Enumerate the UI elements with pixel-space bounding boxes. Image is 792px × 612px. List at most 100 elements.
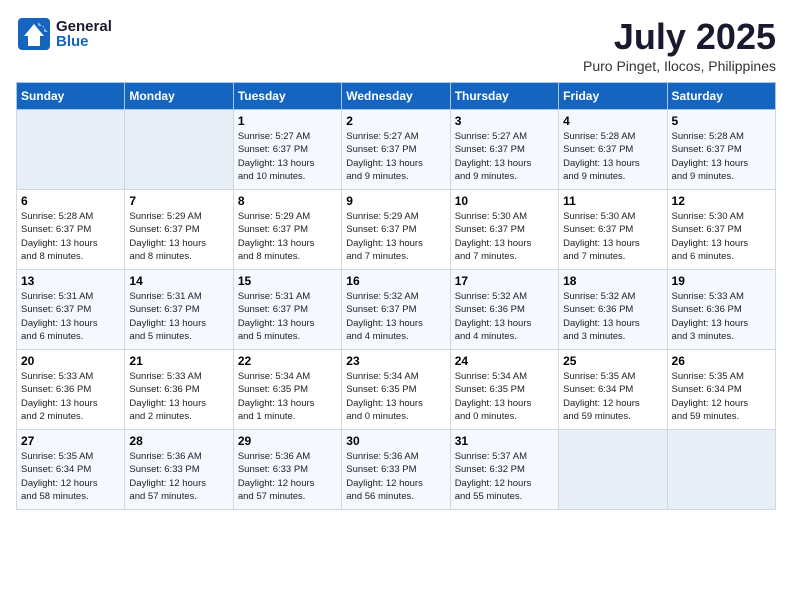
day-number: 29: [238, 434, 337, 448]
day-info: Sunrise: 5:36 AM Sunset: 6:33 PM Dayligh…: [238, 450, 337, 503]
month-title: July 2025: [583, 16, 776, 58]
day-info: Sunrise: 5:36 AM Sunset: 6:33 PM Dayligh…: [346, 450, 445, 503]
header-cell-wednesday: Wednesday: [342, 83, 450, 110]
day-info: Sunrise: 5:28 AM Sunset: 6:37 PM Dayligh…: [563, 130, 662, 183]
day-info: Sunrise: 5:35 AM Sunset: 6:34 PM Dayligh…: [563, 370, 662, 423]
day-number: 19: [672, 274, 771, 288]
day-info: Sunrise: 5:34 AM Sunset: 6:35 PM Dayligh…: [455, 370, 554, 423]
day-info: Sunrise: 5:29 AM Sunset: 6:37 PM Dayligh…: [129, 210, 228, 263]
calendar-cell: 31 Sunrise: 5:37 AM Sunset: 6:32 PM Dayli…: [450, 430, 558, 510]
day-number: 10: [455, 194, 554, 208]
day-number: 13: [21, 274, 120, 288]
day-info: Sunrise: 5:27 AM Sunset: 6:37 PM Dayligh…: [455, 130, 554, 183]
calendar-cell: 30 Sunrise: 5:36 AM Sunset: 6:33 PM Dayli…: [342, 430, 450, 510]
logo-blue: Blue: [56, 33, 112, 50]
logo: General Blue: [16, 16, 112, 52]
day-number: 3: [455, 114, 554, 128]
day-info: Sunrise: 5:37 AM Sunset: 6:32 PM Dayligh…: [455, 450, 554, 503]
day-number: 20: [21, 354, 120, 368]
calendar-cell: 13Sunrise: 5:31 AM Sunset: 6:37 PM Dayli…: [17, 270, 125, 350]
header-row: SundayMondayTuesdayWednesdayThursdayFrid…: [17, 83, 776, 110]
calendar-cell: 6 Sunrise: 5:28 AM Sunset: 6:37 PM Daylig…: [17, 190, 125, 270]
day-number: 2: [346, 114, 445, 128]
day-info: Sunrise: 5:33 AM Sunset: 6:36 PM Dayligh…: [21, 370, 120, 423]
title-area: July 2025 Puro Pinget, Ilocos, Philippin…: [583, 16, 776, 74]
day-number: 8: [238, 194, 337, 208]
calendar-cell: 3 Sunrise: 5:27 AM Sunset: 6:37 PM Daylig…: [450, 110, 558, 190]
calendar-cell: 21Sunrise: 5:33 AM Sunset: 6:36 PM Dayli…: [125, 350, 233, 430]
calendar-cell: 12 Sunrise: 5:30 AM Sunset: 6:37 PM Dayli…: [667, 190, 775, 270]
logo-text: General Blue: [56, 18, 112, 50]
calendar-cell: 28 Sunrise: 5:36 AM Sunset: 6:33 PM Dayli…: [125, 430, 233, 510]
day-number: 30: [346, 434, 445, 448]
calendar-cell: 5 Sunrise: 5:28 AM Sunset: 6:37 PM Daylig…: [667, 110, 775, 190]
day-number: 1: [238, 114, 337, 128]
calendar-cell: 25 Sunrise: 5:35 AM Sunset: 6:34 PM Dayli…: [559, 350, 667, 430]
day-number: 4: [563, 114, 662, 128]
calendar-cell: 7 Sunrise: 5:29 AM Sunset: 6:37 PM Daylig…: [125, 190, 233, 270]
header-cell-thursday: Thursday: [450, 83, 558, 110]
calendar-week-3: 13 Sunrise: 5:31 AM Sunset: 6:37 PM Dayli…: [17, 270, 776, 350]
calendar-cell: 27 Sunrise: 5:35 AM Sunset: 6:34 PM Dayli…: [17, 430, 125, 510]
day-number: 27: [21, 434, 120, 448]
calendar-cell: 23Sunrise: 5:34 AM Sunset: 6:35 PM Dayli…: [342, 350, 450, 430]
calendar-cell: 24Sunrise: 5:34 AM Sunset: 6:35 PM Dayli…: [450, 350, 558, 430]
calendar-cell: [17, 110, 125, 190]
calendar-week-4: 20 Sunrise: 5:33 AM Sunset: 6:36 PM Dayli…: [17, 350, 776, 430]
day-info: Sunrise: 5:33 AM Sunset: 6:36 PM Dayligh…: [672, 290, 771, 343]
calendar-week-1: 1 Sunrise: 5:27 AM Sunset: 6:37 PM Daylig…: [17, 110, 776, 190]
day-number: 21: [129, 354, 228, 368]
calendar-cell: 10 Sunrise: 5:30 AM Sunset: 6:37 PM Dayli…: [450, 190, 558, 270]
day-info: Sunrise: 5:34 AM Sunset: 6:35 PM Dayligh…: [238, 370, 337, 423]
day-number: 12: [672, 194, 771, 208]
day-number: 5: [672, 114, 771, 128]
day-info: Sunrise: 5:28 AM Sunset: 6:37 PM Dayligh…: [672, 130, 771, 183]
location: Puro Pinget, Ilocos, Philippines: [583, 58, 776, 74]
calendar-cell: 18 Sunrise: 5:32 AM Sunset: 6:36 PM Dayli…: [559, 270, 667, 350]
day-info: Sunrise: 5:30 AM Sunset: 6:37 PM Dayligh…: [455, 210, 554, 263]
day-number: 18: [563, 274, 662, 288]
calendar-cell: 17 Sunrise: 5:32 AM Sunset: 6:36 PM Dayli…: [450, 270, 558, 350]
day-info: Sunrise: 5:28 AM Sunset: 6:37 PM Dayligh…: [21, 210, 120, 263]
day-number: 17: [455, 274, 554, 288]
day-info: Sunrise: 5:30 AM Sunset: 6:37 PM Dayligh…: [672, 210, 771, 263]
day-info: Sunrise: 5:30 AM Sunset: 6:37 PM Dayligh…: [563, 210, 662, 263]
header-cell-monday: Monday: [125, 83, 233, 110]
day-number: 11: [563, 194, 662, 208]
calendar-cell: 4 Sunrise: 5:28 AM Sunset: 6:37 PM Daylig…: [559, 110, 667, 190]
calendar-cell: 22Sunrise: 5:34 AM Sunset: 6:35 PM Dayli…: [233, 350, 341, 430]
day-number: 26: [672, 354, 771, 368]
day-number: 7: [129, 194, 228, 208]
calendar-cell: 19 Sunrise: 5:33 AM Sunset: 6:36 PM Dayli…: [667, 270, 775, 350]
day-info: Sunrise: 5:31 AM Sunset: 6:37 PM Dayligh…: [238, 290, 337, 343]
calendar-cell: 1 Sunrise: 5:27 AM Sunset: 6:37 PM Daylig…: [233, 110, 341, 190]
day-number: 28: [129, 434, 228, 448]
calendar-cell: 15 Sunrise: 5:31 AM Sunset: 6:37 PM Dayli…: [233, 270, 341, 350]
day-number: 25: [563, 354, 662, 368]
day-number: 31: [455, 434, 554, 448]
day-info: Sunrise: 5:29 AM Sunset: 6:37 PM Dayligh…: [346, 210, 445, 263]
day-number: 9: [346, 194, 445, 208]
calendar-cell: 11 Sunrise: 5:30 AM Sunset: 6:37 PM Dayli…: [559, 190, 667, 270]
day-info: Sunrise: 5:31 AM Sunset: 6:37 PM Dayligh…: [129, 290, 228, 343]
day-info: Sunrise: 5:27 AM Sunset: 6:37 PM Dayligh…: [238, 130, 337, 183]
day-info: Sunrise: 5:35 AM Sunset: 6:34 PM Dayligh…: [21, 450, 120, 503]
day-info: Sunrise: 5:32 AM Sunset: 6:36 PM Dayligh…: [455, 290, 554, 343]
day-number: 14: [129, 274, 228, 288]
calendar-cell: 9 Sunrise: 5:29 AM Sunset: 6:37 PM Daylig…: [342, 190, 450, 270]
calendar-cell: 29 Sunrise: 5:36 AM Sunset: 6:33 PM Dayli…: [233, 430, 341, 510]
calendar-cell: [125, 110, 233, 190]
day-info: Sunrise: 5:34 AM Sunset: 6:35 PM Dayligh…: [346, 370, 445, 423]
day-number: 15: [238, 274, 337, 288]
day-info: Sunrise: 5:32 AM Sunset: 6:36 PM Dayligh…: [563, 290, 662, 343]
calendar-cell: 16Sunrise: 5:32 AM Sunset: 6:37 PM Dayli…: [342, 270, 450, 350]
calendar-cell: 8Sunrise: 5:29 AM Sunset: 6:37 PM Daylig…: [233, 190, 341, 270]
calendar-cell: [667, 430, 775, 510]
calendar-week-2: 6 Sunrise: 5:28 AM Sunset: 6:37 PM Daylig…: [17, 190, 776, 270]
calendar-body: 1 Sunrise: 5:27 AM Sunset: 6:37 PM Daylig…: [17, 110, 776, 510]
header-cell-tuesday: Tuesday: [233, 83, 341, 110]
day-number: 6: [21, 194, 120, 208]
calendar-cell: 2Sunrise: 5:27 AM Sunset: 6:37 PM Daylig…: [342, 110, 450, 190]
day-info: Sunrise: 5:36 AM Sunset: 6:33 PM Dayligh…: [129, 450, 228, 503]
logo-icon: [16, 16, 52, 52]
